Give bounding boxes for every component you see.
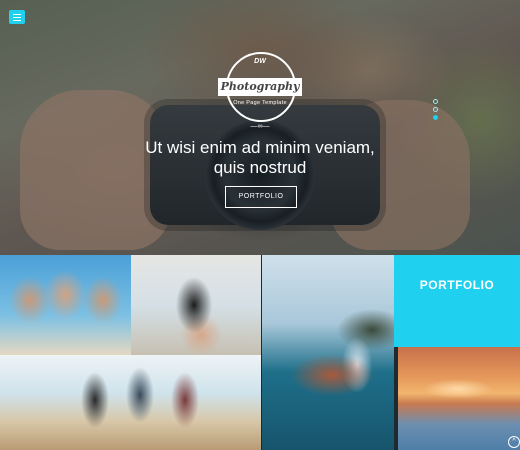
- hero-headline-line2: quis nostrud: [213, 158, 307, 177]
- logo-title: Photography: [218, 78, 302, 96]
- hero-headline: Ut wisi enim ad minim veniam, quis nostr…: [100, 138, 420, 178]
- gallery-tile-boat-couple[interactable]: [262, 255, 394, 450]
- portfolio-button[interactable]: PORTFOLIO: [225, 186, 297, 208]
- slider-dot-1[interactable]: [433, 99, 438, 104]
- logo-monogram: DW: [254, 58, 266, 65]
- portfolio-section-label: PORTFOLIO: [419, 278, 495, 292]
- gallery-tile-sunset[interactable]: [398, 347, 520, 450]
- hero-headline-line1: Ut wisi enim ad minim veniam,: [145, 138, 375, 157]
- gallery-tile-girl-cap[interactable]: [131, 255, 261, 355]
- scroll-top-icon[interactable]: ^: [508, 436, 520, 448]
- site-logo[interactable]: DW Photography One Page Template —∞—: [218, 50, 302, 134]
- portfolio-tile-lower: [394, 294, 520, 347]
- slider-dot-3[interactable]: [433, 115, 438, 120]
- gallery-tile-beach-group[interactable]: [0, 355, 261, 450]
- hamburger-menu-icon[interactable]: [9, 10, 25, 24]
- logo-subtitle: One Page Template: [233, 100, 287, 106]
- slider-dot-2[interactable]: [433, 107, 438, 112]
- gallery-tile-beach-friends[interactable]: [0, 255, 131, 355]
- logo-ornament-icon: —∞—: [250, 123, 270, 130]
- slider-dots: [433, 99, 439, 123]
